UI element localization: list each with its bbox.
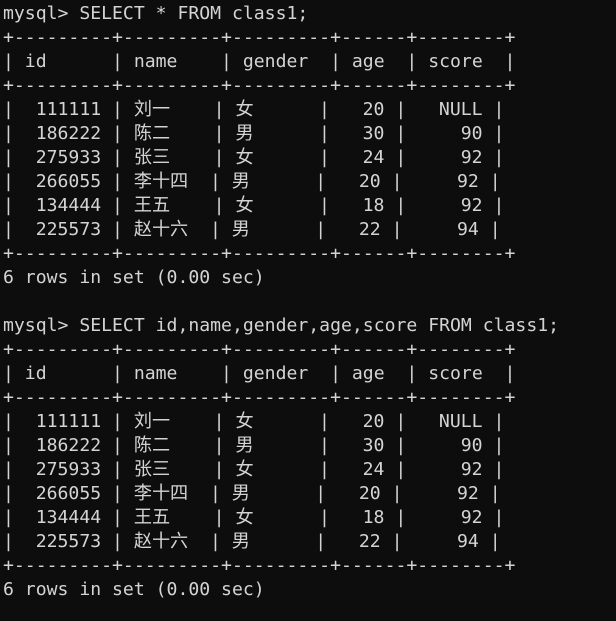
table-separator: +---------+---------+---------+------+--… — [3, 555, 516, 576]
table-header-row: | id | name | gender | age | score | — [3, 363, 516, 384]
table-row: | 186222 | 陈二 | 男 | 30 | 90 | — [3, 435, 505, 456]
table-row: | 275933 | 张三 | 女 | 24 | 92 | — [3, 459, 505, 480]
table-row: | 134444 | 王五 | 女 | 18 | 92 | — [3, 195, 505, 216]
result-status: 6 rows in set (0.00 sec) — [3, 267, 265, 288]
command-line[interactable]: mysql> SELECT * FROM class1; — [3, 2, 616, 26]
table-row: | 111111 | 刘一 | 女 | 20 | NULL | — [3, 411, 505, 432]
table-row: | 275933 | 张三 | 女 | 24 | 92 | — [3, 147, 505, 168]
table-separator: +---------+---------+---------+------+--… — [3, 75, 516, 96]
table-separator: +---------+---------+---------+------+--… — [3, 387, 516, 408]
command-line[interactable]: mysql> SELECT id,name,gender,age,score F… — [3, 314, 616, 338]
table-row: | 134444 | 王五 | 女 | 18 | 92 | — [3, 507, 505, 528]
table-row: | 111111 | 刘一 | 女 | 20 | NULL | — [3, 99, 505, 120]
table-row: | 225573 | 赵十六 | 男 | 22 | 94 | — [3, 219, 501, 240]
table-row: | 225573 | 赵十六 | 男 | 22 | 94 | — [3, 531, 501, 552]
table-row: | 266055 | 李十四 | 男 | 20 | 92 | — [3, 171, 501, 192]
table-separator: +---------+---------+---------+------+--… — [3, 243, 516, 264]
table-row: | 266055 | 李十四 | 男 | 20 | 92 | — [3, 483, 501, 504]
table-separator: +---------+---------+---------+------+--… — [3, 339, 516, 360]
table-separator: +---------+---------+---------+------+--… — [3, 27, 516, 48]
table-header-row: | id | name | gender | age | score | — [3, 51, 516, 72]
table-row: | 186222 | 陈二 | 男 | 30 | 90 | — [3, 123, 505, 144]
mysql-terminal[interactable]: mysql> SELECT * FROM class1; +---------+-… — [0, 0, 616, 621]
result-status: 6 rows in set (0.00 sec) — [3, 579, 265, 600]
